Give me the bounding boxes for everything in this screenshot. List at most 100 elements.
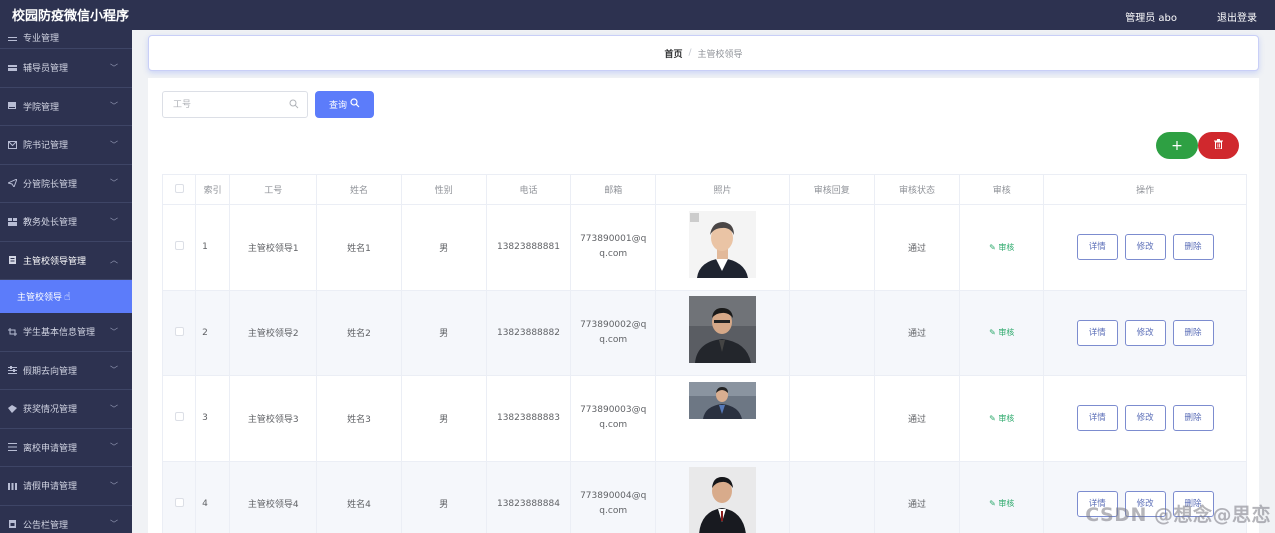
audit-label: 审核 bbox=[998, 328, 1015, 338]
trash-icon bbox=[1214, 139, 1223, 152]
main-panel: 查询 + 索引 工号 姓名 性别 电话 邮箱 照片 审核回复 审核状态 审核 操 bbox=[148, 78, 1259, 533]
table-row: 2 主管校领导2 姓名2 男 13823888882 773890002@q q.… bbox=[161, 289, 1247, 376]
sidebar-item-secretary[interactable]: 院书记管理 ﹀ bbox=[0, 126, 132, 165]
sidebar-item-leave-school[interactable]: 离校申请管理 ﹀ bbox=[0, 429, 132, 467]
column-header: 操作 bbox=[1043, 174, 1247, 205]
chevron-down-icon: ﹀ bbox=[110, 327, 118, 337]
chevron-down-icon: ﹀ bbox=[110, 217, 118, 227]
sidebar-item-label: 辅导员管理 bbox=[23, 64, 69, 75]
sidebar-item-label: 公告栏管理 bbox=[23, 520, 69, 531]
detail-button[interactable]: 详情 bbox=[1076, 319, 1118, 346]
gender-cell: 男 bbox=[400, 204, 487, 291]
row-checkbox[interactable] bbox=[174, 241, 184, 251]
list-icon bbox=[8, 36, 18, 44]
audit-link[interactable]: ✎ 审核 bbox=[989, 414, 1014, 423]
name-cell: 姓名4 bbox=[316, 460, 402, 533]
table-row: 1 主管校领导1 姓名1 男 13823888881 773890001@q q.… bbox=[161, 204, 1247, 291]
email-cell: 773890003@q q.com bbox=[570, 375, 657, 462]
sidebar-item-label: 主管校领导管理 bbox=[23, 256, 87, 267]
operations-cell: 详情 修改 删除 bbox=[1043, 289, 1247, 376]
column-header: 索引 bbox=[195, 174, 231, 205]
sidebar-item-label: 获奖情况管理 bbox=[23, 405, 78, 416]
leader-table: 索引 工号 姓名 性别 电话 邮箱 照片 审核回复 审核状态 审核 操作 1 主… bbox=[161, 174, 1247, 533]
name-cell: 姓名2 bbox=[316, 289, 402, 376]
audit-status-cell: 通过 bbox=[873, 375, 961, 462]
gender-cell: 男 bbox=[400, 460, 487, 533]
board-icon bbox=[8, 520, 18, 529]
send-icon bbox=[8, 179, 18, 188]
phone-cell: 13823888883 bbox=[485, 375, 572, 462]
detail-button[interactable]: 详情 bbox=[1076, 234, 1118, 261]
sidebar-item-leave-request[interactable]: 请假申请管理 ﹀ bbox=[0, 467, 132, 506]
detail-button[interactable]: 详情 bbox=[1076, 405, 1118, 432]
index-cell: 4 bbox=[195, 460, 231, 533]
row-select-cell bbox=[161, 204, 197, 291]
sidebar-item-student-info[interactable]: 学生基本信息管理 ﹀ bbox=[0, 313, 132, 352]
query-button[interactable]: 查询 bbox=[315, 91, 374, 118]
sidebar-subitem-school-leader[interactable]: 主管校领导 ☝ bbox=[0, 280, 132, 313]
sidebar-item-label: 专业管理 bbox=[23, 34, 60, 44]
breadcrumb-home[interactable]: 首页 bbox=[664, 47, 682, 60]
row-checkbox[interactable] bbox=[174, 497, 184, 507]
gender-cell: 男 bbox=[400, 289, 487, 376]
sidebar-item-holiday-destination[interactable]: 假期去向管理 ﹀ bbox=[0, 352, 132, 390]
table-row: 3 主管校领导3 姓名3 男 13823888883 773890003@q q.… bbox=[161, 375, 1247, 462]
portrait-photo[interactable] bbox=[688, 210, 756, 281]
select-all-cell bbox=[161, 174, 197, 205]
operations-cell: 详情 修改 删除 bbox=[1043, 204, 1247, 291]
sidebar-item-vice-dean[interactable]: 分管院长管理 ﹀ bbox=[0, 165, 132, 203]
edit-button[interactable]: 修改 bbox=[1124, 405, 1166, 432]
search-input[interactable] bbox=[163, 92, 283, 117]
job-no-cell: 主管校领导4 bbox=[229, 460, 318, 533]
row-checkbox[interactable] bbox=[174, 326, 184, 336]
portrait-photo[interactable] bbox=[688, 382, 756, 422]
email-part: q.com bbox=[599, 420, 628, 431]
sidebar-item-college[interactable]: 学院管理 ﹀ bbox=[0, 88, 132, 126]
sidebar-item-major[interactable]: 专业管理 bbox=[0, 30, 132, 49]
chevron-down-icon: ﹀ bbox=[110, 442, 118, 452]
medal-icon bbox=[8, 404, 18, 413]
chevron-down-icon: ﹀ bbox=[110, 365, 118, 375]
audit-link[interactable]: ✎ 审核 bbox=[989, 499, 1014, 508]
delete-button[interactable]: 删除 bbox=[1172, 319, 1214, 346]
portrait-photo[interactable] bbox=[688, 296, 756, 366]
audit-status-cell: 通过 bbox=[873, 289, 961, 376]
audit-link[interactable]: ✎ 审核 bbox=[989, 243, 1014, 252]
sidebar-item-bulletin[interactable]: 公告栏管理 ﹀ bbox=[0, 506, 132, 533]
sidebar-item-school-leader[interactable]: 主管校领导管理 ︿ bbox=[0, 242, 132, 280]
add-button[interactable]: + bbox=[1156, 132, 1198, 159]
sidebar-item-awards[interactable]: 获奖情况管理 ﹀ bbox=[0, 390, 132, 429]
audit-label: 审核 bbox=[998, 413, 1015, 423]
search-icon bbox=[347, 98, 360, 111]
column-header: 邮箱 bbox=[570, 174, 657, 205]
sidebar-item-label: 假期去向管理 bbox=[23, 366, 78, 377]
batch-delete-button[interactable] bbox=[1198, 132, 1239, 159]
email-part: 773890004@q bbox=[580, 490, 647, 501]
search-icon bbox=[289, 99, 299, 112]
sidebar-item-academic-director[interactable]: 教务处长管理 ﹀ bbox=[0, 203, 132, 242]
document-icon bbox=[8, 256, 18, 265]
sidebar-item-counselor[interactable]: 辅导员管理 ﹀ bbox=[0, 49, 132, 88]
delete-button[interactable]: 删除 bbox=[1172, 234, 1214, 261]
operations-cell: 详情 修改 删除 bbox=[1043, 375, 1247, 462]
breadcrumb-separator: / bbox=[688, 48, 692, 58]
logout-link[interactable]: 退出登录 bbox=[1217, 9, 1257, 24]
table-row: 4 主管校领导4 姓名4 男 13823888884 773890004@q q.… bbox=[161, 460, 1247, 533]
edit-pen-icon: ✎ bbox=[989, 499, 999, 509]
edit-button[interactable]: 修改 bbox=[1124, 319, 1166, 346]
delete-button[interactable]: 删除 bbox=[1172, 405, 1214, 432]
portrait-photo[interactable] bbox=[688, 467, 756, 533]
email-cell: 773890002@q q.com bbox=[570, 289, 657, 376]
name-cell: 姓名1 bbox=[316, 204, 402, 291]
audit-cell: ✎ 审核 bbox=[959, 289, 1045, 376]
chevron-down-icon: ﹀ bbox=[110, 404, 118, 414]
row-checkbox[interactable] bbox=[174, 412, 184, 422]
sidebar-item-label: 请假申请管理 bbox=[23, 482, 78, 493]
column-header: 工号 bbox=[229, 174, 318, 205]
edit-button[interactable]: 修改 bbox=[1124, 234, 1166, 261]
audit-cell: ✎ 审核 bbox=[959, 204, 1045, 291]
chevron-up-icon: ︿ bbox=[110, 255, 118, 265]
select-all-checkbox[interactable] bbox=[174, 183, 184, 193]
audit-link[interactable]: ✎ 审核 bbox=[989, 328, 1014, 337]
column-header: 姓名 bbox=[316, 174, 402, 205]
